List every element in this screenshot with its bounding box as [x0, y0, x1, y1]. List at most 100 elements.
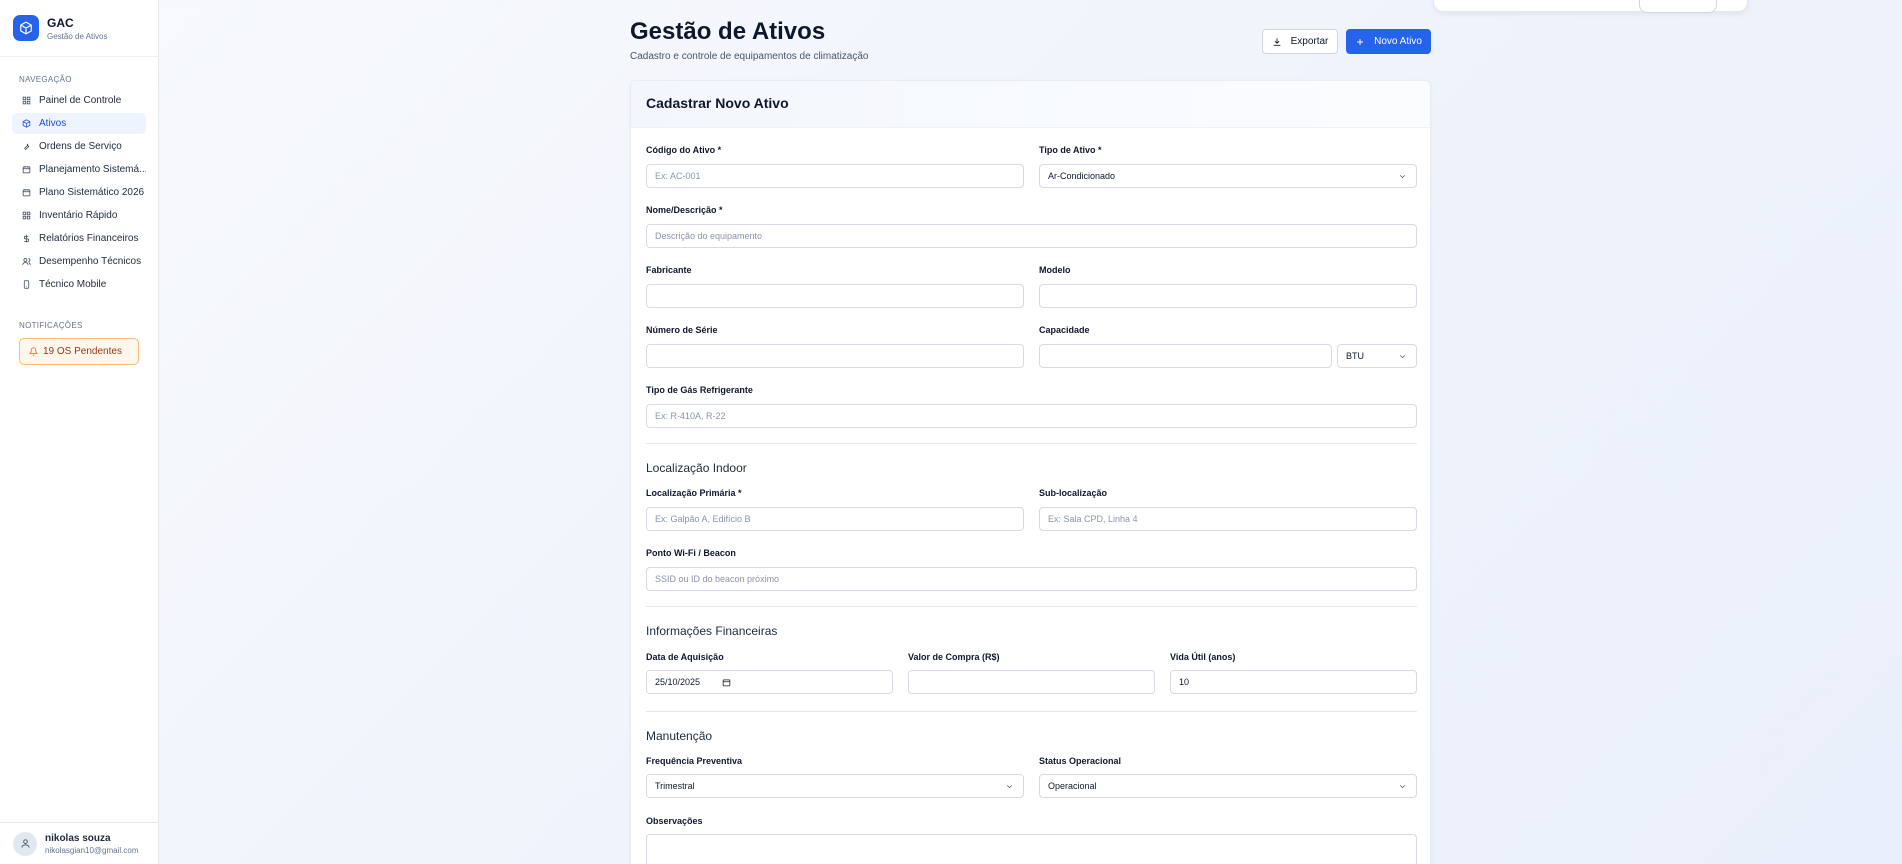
- brand-title: GAC: [47, 15, 74, 30]
- floating-panel-button[interactable]: [1639, 0, 1717, 13]
- codigo-input[interactable]: Ex: AC-001: [646, 164, 1024, 188]
- user-name: nikolas souza: [45, 832, 111, 844]
- page-subtitle: Cadastro e controle de equipamentos de c…: [630, 51, 869, 62]
- user-profile[interactable]: nikolas souza nikolasgian10@gmail.com: [0, 822, 159, 864]
- sidebar-item-relatorios[interactable]: Relatórios Financeiros: [12, 228, 146, 249]
- serie-input[interactable]: [646, 344, 1024, 368]
- phone-icon: [23, 280, 30, 289]
- data-aquisicao-input[interactable]: 25/10/2025: [646, 670, 893, 694]
- sub-localizacao-input[interactable]: Ex: Sala CPD, Linha 4: [1039, 507, 1417, 531]
- new-asset-form-card: Cadastrar Novo Ativo Código do Ativo * E…: [630, 80, 1431, 864]
- frequencia-label: Frequência Preventiva: [646, 756, 743, 766]
- data-aquisicao-label: Data de Aquisição: [646, 652, 724, 662]
- new-asset-button[interactable]: Novo Ativo: [1346, 29, 1431, 54]
- codigo-label: Código do Ativo *: [646, 145, 722, 155]
- gas-label: Tipo de Gás Refrigerante: [646, 385, 753, 395]
- calendar-icon[interactable]: [722, 678, 731, 687]
- manutencao-section-title: Manutenção: [646, 729, 713, 743]
- pending-os-label: 19 OS Pendentes: [43, 346, 122, 357]
- wifi-label: Ponto Wi-Fi / Beacon: [646, 548, 736, 558]
- chevron-down-icon: [1399, 175, 1406, 179]
- download-icon: [1273, 37, 1280, 46]
- box-icon: [22, 119, 31, 128]
- data-aquisicao-value: 25/10/2025: [655, 677, 701, 687]
- observacoes-textarea[interactable]: [646, 834, 1417, 864]
- modelo-input[interactable]: [1039, 284, 1417, 308]
- vida-util-input[interactable]: 10: [1170, 670, 1417, 694]
- capacidade-input[interactable]: [1039, 344, 1332, 368]
- sidebar: GAC Gestão de Ativos NAVEGAÇÃO Painel de…: [0, 0, 159, 864]
- valor-compra-label: Valor de Compra (R$): [908, 652, 1000, 662]
- status-value: Operacional: [1048, 781, 1097, 791]
- sidebar-item-label: Planejamento Sistemá...: [39, 164, 146, 175]
- tipo-select[interactable]: Ar-Condicionado: [1039, 164, 1417, 188]
- sidebar-item-label: Desempenho Técnicos: [39, 256, 142, 267]
- sub-localizacao-label: Sub-localização: [1039, 488, 1108, 498]
- sidebar-item-ativos[interactable]: Ativos: [12, 113, 146, 134]
- nav-section-title: NAVEGAÇÃO: [19, 75, 72, 84]
- fabricante-input[interactable]: [646, 284, 1024, 308]
- bell-icon: [29, 347, 38, 356]
- modelo-label: Modelo: [1039, 265, 1071, 275]
- divider: [646, 606, 1417, 607]
- capacidade-unit-select[interactable]: BTU: [1337, 344, 1417, 368]
- users-icon: [22, 258, 31, 265]
- status-select[interactable]: Operacional: [1039, 774, 1417, 798]
- frequencia-select[interactable]: Trimestral: [646, 774, 1024, 798]
- chevron-down-icon: [1399, 785, 1406, 789]
- plus-icon: [1357, 38, 1364, 45]
- pending-os-badge[interactable]: 19 OS Pendentes: [19, 338, 139, 365]
- divider: [646, 443, 1417, 444]
- sidebar-item-mobile[interactable]: Técnico Mobile: [12, 274, 146, 295]
- form-title: Cadastrar Novo Ativo: [631, 81, 1430, 128]
- floating-panel: [1433, 0, 1748, 13]
- dashboard-icon: [22, 96, 31, 105]
- sidebar-item-label: Painel de Controle: [39, 95, 122, 106]
- sidebar-item-planejamento[interactable]: Planejamento Sistemá...: [12, 159, 146, 180]
- chevron-down-icon: [1006, 785, 1013, 789]
- localizacao-primaria-label: Localização Primária *: [646, 488, 742, 498]
- sidebar-item-label: Ordens de Serviço: [39, 141, 122, 152]
- sidebar-item-plano-2026[interactable]: Plano Sistemático 2026: [12, 182, 146, 203]
- localizacao-primaria-input[interactable]: Ex: Galpão A, Edifício B: [646, 507, 1024, 531]
- user-icon: [20, 839, 30, 848]
- avatar: [13, 831, 37, 856]
- serie-label: Número de Série: [646, 325, 718, 335]
- tipo-label: Tipo de Ativo *: [1039, 145, 1102, 155]
- calendar-icon: [22, 166, 31, 174]
- export-button[interactable]: Exportar: [1262, 29, 1338, 54]
- sidebar-item-painel[interactable]: Painel de Controle: [12, 90, 146, 111]
- sidebar-item-label: Técnico Mobile: [39, 279, 107, 290]
- indoor-section-title: Localização Indoor: [646, 461, 747, 475]
- sidebar-item-label: Plano Sistemático 2026: [39, 187, 145, 198]
- capacidade-label: Capacidade: [1039, 325, 1090, 335]
- status-label: Status Operacional: [1039, 756, 1122, 766]
- calendar-icon: [22, 189, 31, 197]
- frequencia-value: Trimestral: [655, 781, 695, 791]
- wifi-input[interactable]: SSID ou ID do beacon próximo: [646, 567, 1417, 591]
- valor-compra-input[interactable]: [908, 670, 1155, 694]
- cube-icon: [13, 15, 39, 41]
- tipo-value: Ar-Condicionado: [1048, 171, 1116, 181]
- divider: [646, 711, 1417, 712]
- nome-label: Nome/Descrição *: [646, 205, 723, 215]
- page-title: Gestão de Ativos: [630, 18, 826, 45]
- sidebar-item-label: Ativos: [39, 118, 67, 129]
- nome-input[interactable]: Descrição do equipamento: [646, 224, 1417, 248]
- brand-subtitle: Gestão de Ativos: [47, 31, 108, 41]
- sidebar-item-label: Inventário Rápido: [39, 210, 118, 221]
- sidebar-item-ordens[interactable]: Ordens de Serviço: [12, 136, 146, 157]
- capacidade-unit-value: BTU: [1346, 351, 1364, 361]
- chevron-down-icon: [1399, 355, 1406, 359]
- export-label: Exportar: [1290, 36, 1329, 47]
- sidebar-item-desempenho[interactable]: Desempenho Técnicos: [12, 251, 146, 272]
- dollar-icon: [23, 234, 30, 243]
- grid-icon: [22, 211, 31, 220]
- gas-input[interactable]: Ex: R-410A, R-22: [646, 404, 1417, 428]
- vida-util-label: Vida Útil (anos): [1170, 652, 1236, 662]
- user-email: nikolasgian10@gmail.com: [45, 845, 139, 855]
- notifications-section-title: NOTIFICAÇÕES: [19, 321, 83, 330]
- brand[interactable]: GAC Gestão de Ativos: [0, 0, 158, 57]
- sidebar-item-inventario[interactable]: Inventário Rápido: [12, 205, 146, 226]
- observacoes-label: Observações: [646, 816, 703, 826]
